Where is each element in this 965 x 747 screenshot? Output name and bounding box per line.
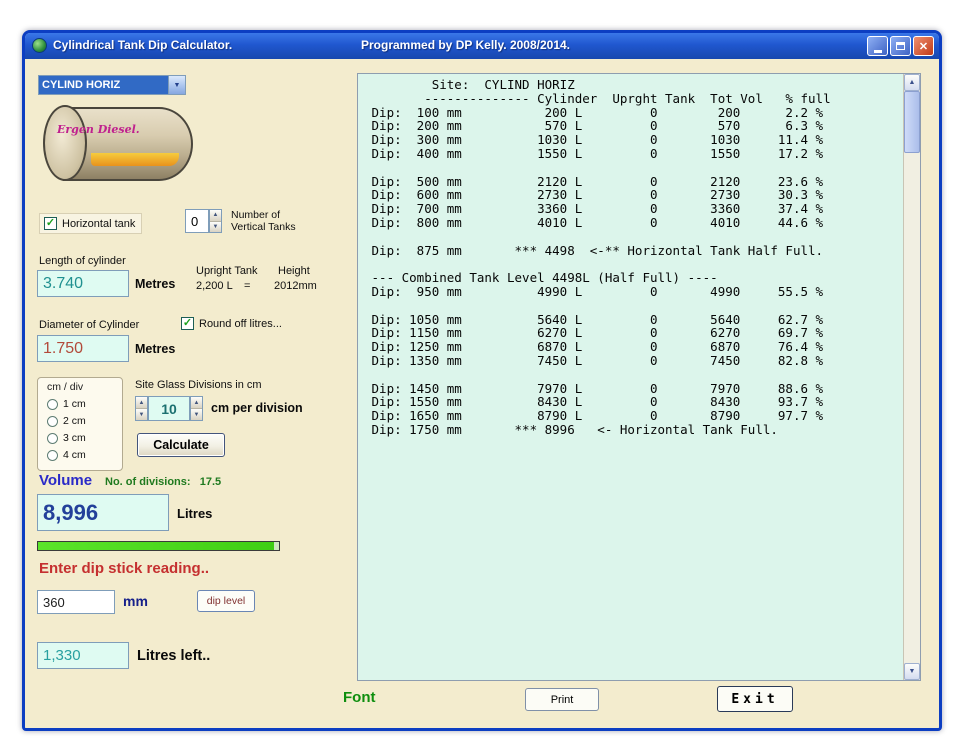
- app-window: Cylindrical Tank Dip Calculator. Program…: [22, 30, 942, 731]
- radio-icon[interactable]: [47, 416, 58, 427]
- dip-table-text: Site: CYLIND HORIZ -------------- Cylind…: [364, 78, 900, 437]
- radio-4cm[interactable]: 4 cm: [47, 449, 86, 461]
- cm-per-division-input[interactable]: [148, 396, 190, 421]
- spin-down-icon[interactable]: ▼: [191, 409, 202, 420]
- maximize-icon: [896, 42, 905, 50]
- radio-icon[interactable]: [47, 399, 58, 410]
- horizontal-tank-checkbox[interactable]: ✓ Horizontal tank: [39, 213, 142, 234]
- spin-up-icon[interactable]: ▲: [136, 397, 147, 409]
- length-unit-label: Metres: [135, 277, 175, 291]
- tank-fuel-level: [91, 153, 179, 166]
- minimize-button[interactable]: [867, 36, 888, 56]
- window-title: Cylindrical Tank Dip Calculator.: [53, 38, 232, 52]
- divisions-label-text: No. of divisions:: [105, 476, 191, 488]
- tank-brand-label: Ergen Diesel.: [57, 123, 140, 136]
- app-icon: [32, 38, 47, 53]
- upright-tank-title: Upright Tank: [196, 265, 258, 277]
- chevron-down-icon[interactable]: ▼: [168, 76, 185, 94]
- site-glass-label: Site Glass Divisions in cm: [135, 379, 262, 391]
- fill-progress-bar: [37, 541, 280, 551]
- radio-2cm[interactable]: 2 cm: [47, 415, 86, 427]
- upright-tank-height: 2012mm: [274, 280, 317, 292]
- litres-left-label: Litres left..: [137, 648, 210, 664]
- vertical-tanks-label-line2: Vertical Tanks: [231, 222, 296, 234]
- close-icon: ✕: [919, 40, 928, 53]
- length-input[interactable]: [37, 270, 129, 297]
- cm-per-division-label: cm per division: [211, 401, 303, 415]
- vertical-tanks-label-line1: Number of: [231, 210, 296, 222]
- radio-3cm[interactable]: 3 cm: [47, 432, 86, 444]
- upright-height-title: Height: [278, 265, 310, 277]
- litres-left-field[interactable]: [37, 642, 129, 669]
- radio-icon[interactable]: [47, 433, 58, 444]
- scrollbar-thumb[interactable]: [904, 91, 920, 153]
- horizontal-tank-label: Horizontal tank: [62, 218, 135, 230]
- round-off-label: Round off litres...: [199, 318, 282, 330]
- diameter-unit-label: Metres: [135, 342, 175, 356]
- radio-2cm-label: 2 cm: [63, 415, 86, 427]
- divisions-value: 17.5: [200, 476, 221, 488]
- print-button[interactable]: Print: [525, 688, 599, 711]
- vertical-tanks-spinner: ▲ ▼: [209, 209, 222, 233]
- radio-4cm-label: 4 cm: [63, 449, 86, 461]
- results-textarea[interactable]: Site: CYLIND HORIZ -------------- Cylind…: [357, 73, 921, 681]
- volume-unit-label: Litres: [177, 506, 212, 521]
- cm-per-div-groupbox: cm / div 1 cm 2 cm 3 cm 4 cm: [37, 377, 123, 471]
- vertical-tanks-input[interactable]: [185, 209, 209, 233]
- client-area: CYLIND HORIZ ▼ Ergen Diesel. ✓ Horizonta…: [25, 59, 939, 728]
- font-button[interactable]: Font: [343, 689, 375, 706]
- radio-3cm-label: 3 cm: [63, 432, 86, 444]
- window-controls: ✕: [867, 36, 934, 56]
- equals-sign: =: [244, 280, 250, 292]
- titlebar[interactable]: Cylindrical Tank Dip Calculator. Program…: [25, 33, 939, 59]
- tank-end-cap: [43, 105, 87, 181]
- divisions-count-label: No. of divisions: 17.5: [105, 476, 221, 488]
- volume-label: Volume: [39, 472, 92, 489]
- site-dropdown[interactable]: CYLIND HORIZ ▼: [38, 75, 186, 95]
- spin-up-icon[interactable]: ▲: [191, 397, 202, 409]
- scroll-down-icon[interactable]: ▼: [904, 663, 920, 680]
- exit-button[interactable]: Exit: [717, 686, 793, 712]
- spin-up-icon[interactable]: ▲: [210, 210, 221, 222]
- checkbox-check-icon[interactable]: ✓: [181, 317, 194, 330]
- tank-image: Ergen Diesel.: [43, 103, 195, 185]
- upright-tank-volume: 2,200 L: [196, 280, 233, 292]
- checkbox-check-icon[interactable]: ✓: [44, 217, 57, 230]
- calculate-button[interactable]: Calculate: [137, 433, 225, 457]
- radio-1cm-label: 1 cm: [63, 398, 86, 410]
- scroll-up-icon[interactable]: ▲: [904, 74, 920, 91]
- dip-unit-label: mm: [123, 593, 148, 609]
- minimize-icon: [874, 50, 882, 53]
- length-label: Length of cylinder: [39, 255, 126, 267]
- diameter-input[interactable]: [37, 335, 129, 362]
- spin-down-icon[interactable]: ▼: [210, 222, 221, 233]
- close-button[interactable]: ✕: [913, 36, 934, 56]
- site-dropdown-value: CYLIND HORIZ: [39, 76, 168, 94]
- radio-1cm[interactable]: 1 cm: [47, 398, 86, 410]
- divisions-spinner-left: ▲ ▼: [135, 396, 148, 421]
- round-off-checkbox[interactable]: ✓ Round off litres...: [181, 317, 282, 330]
- dip-prompt-label: Enter dip stick reading..: [39, 560, 209, 577]
- dip-reading-input[interactable]: [37, 590, 115, 614]
- divisions-spinner-right: ▲ ▼: [190, 396, 203, 421]
- vertical-tanks-label: Number of Vertical Tanks: [231, 210, 296, 233]
- groupbox-title: cm / div: [47, 381, 83, 393]
- radio-icon[interactable]: [47, 450, 58, 461]
- progress-fill: [38, 542, 274, 550]
- diameter-label: Diameter of Cylinder: [39, 319, 139, 331]
- maximize-button[interactable]: [890, 36, 911, 56]
- spin-down-icon[interactable]: ▼: [136, 409, 147, 420]
- scrollbar[interactable]: ▲ ▼: [903, 74, 920, 680]
- dip-level-button[interactable]: dip level: [197, 590, 255, 612]
- volume-output-field[interactable]: [37, 494, 169, 531]
- window-subtitle: Programmed by DP Kelly. 2008/2014.: [361, 38, 570, 52]
- desktop: Cylindrical Tank Dip Calculator. Program…: [0, 0, 965, 747]
